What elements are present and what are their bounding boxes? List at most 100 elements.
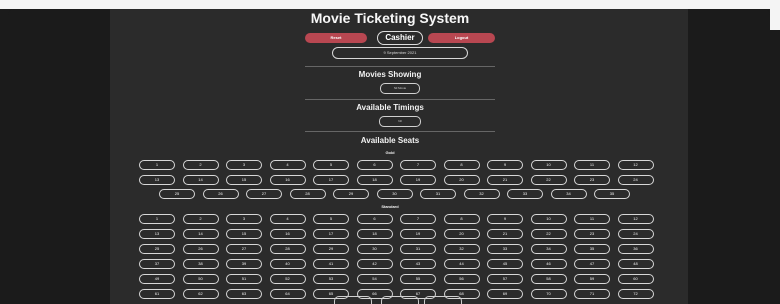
seat-button[interactable]: 13 (139, 229, 175, 239)
seat-button[interactable]: 72 (617, 289, 654, 299)
seat-button[interactable]: 10 (530, 160, 567, 170)
seat-button[interactable]: 20 (443, 229, 480, 239)
seat-button[interactable]: 28 (289, 189, 326, 199)
seat-button[interactable]: 22 (530, 229, 567, 239)
seat-button[interactable]: 55 (400, 274, 436, 284)
seat-button[interactable]: 35 (594, 189, 630, 199)
seat-button[interactable]: 36 (617, 244, 654, 254)
seat-button[interactable]: 58 (530, 274, 567, 284)
seat-button[interactable]: 17 (313, 229, 349, 239)
logout-button[interactable]: Logout (428, 33, 495, 43)
seat-button[interactable]: 24 (617, 175, 654, 185)
seat-button[interactable]: 14 (182, 175, 219, 185)
seat-button[interactable]: 6 (356, 160, 393, 170)
seat-button[interactable]: 34 (550, 189, 587, 199)
seat-button[interactable]: 51 (226, 274, 262, 284)
seat-button[interactable]: 9 (487, 214, 523, 224)
seat-button[interactable]: 15 (226, 175, 262, 185)
seat-button[interactable]: 24 (617, 229, 654, 239)
seat-button[interactable]: 16 (269, 175, 306, 185)
seat-button[interactable]: 57 (487, 274, 523, 284)
seat-button[interactable]: 12 (617, 160, 654, 170)
seat-button[interactable]: 59 (574, 274, 610, 284)
seat-button[interactable]: 7 (400, 214, 436, 224)
seat-button[interactable]: 7 (400, 160, 436, 170)
seat-button[interactable]: 15 (226, 229, 262, 239)
seat-button[interactable]: 32 (443, 244, 480, 254)
seat-button[interactable]: 39 (226, 259, 262, 269)
movie-select[interactable]: Nil Movie (380, 83, 420, 94)
seat-button[interactable]: 11 (574, 214, 610, 224)
seat-button[interactable]: 2 (182, 214, 219, 224)
seat-button[interactable]: 13 (139, 175, 175, 185)
seat-button[interactable]: 31 (400, 244, 436, 254)
seat-button[interactable]: 17 (313, 175, 349, 185)
seat-button[interactable]: 25 (159, 189, 195, 199)
seat-button[interactable]: 31 (420, 189, 456, 199)
seat-button[interactable]: 52 (269, 274, 306, 284)
seat-button[interactable]: 62 (182, 289, 219, 299)
seat-button[interactable]: 28 (269, 244, 306, 254)
seat-button[interactable]: 14 (182, 229, 219, 239)
seat-button[interactable]: 41 (313, 259, 349, 269)
seat-button[interactable]: 71 (574, 289, 610, 299)
seat-button[interactable]: 9 (487, 160, 523, 170)
seat-button[interactable]: 21 (487, 175, 523, 185)
seat-button[interactable]: 34 (530, 244, 567, 254)
seat-button[interactable]: 61 (139, 289, 175, 299)
reset-button[interactable]: Reset (305, 33, 367, 43)
seat-button[interactable]: 54 (356, 274, 393, 284)
seat-button[interactable]: 18 (356, 229, 393, 239)
seat-button[interactable]: 33 (507, 189, 543, 199)
seat-button[interactable]: 25 (139, 244, 175, 254)
seat-button[interactable]: 42 (356, 259, 393, 269)
seat-button[interactable]: 23 (574, 229, 610, 239)
seat-button[interactable]: 19 (400, 175, 436, 185)
timing-select[interactable]: Nil (379, 116, 421, 127)
seat-button[interactable]: 26 (182, 244, 219, 254)
seat-button[interactable]: 45 (487, 259, 523, 269)
seat-button[interactable]: 4 (269, 160, 306, 170)
seat-button[interactable]: 29 (333, 189, 369, 199)
seat-button[interactable]: 35 (574, 244, 610, 254)
seat-button[interactable]: 38 (182, 259, 219, 269)
seat-button[interactable]: 5 (313, 214, 349, 224)
seat-button[interactable]: 27 (226, 244, 262, 254)
seat-button[interactable]: 60 (617, 274, 654, 284)
seat-button[interactable]: 69 (487, 289, 523, 299)
seat-button[interactable]: 43 (400, 259, 436, 269)
seat-button[interactable]: 26 (202, 189, 239, 199)
seat-button[interactable]: 49 (139, 274, 175, 284)
seat-button[interactable]: 8 (443, 214, 480, 224)
seat-button[interactable]: 46 (530, 259, 567, 269)
seat-button[interactable]: 2 (182, 160, 219, 170)
seat-button[interactable]: 48 (617, 259, 654, 269)
seat-button[interactable]: 5 (313, 160, 349, 170)
bottom-action-button[interactable] (334, 296, 372, 304)
seat-button[interactable]: 1 (139, 214, 175, 224)
seat-button[interactable]: 30 (356, 244, 393, 254)
seat-button[interactable]: 30 (376, 189, 413, 199)
seat-button[interactable]: 33 (487, 244, 523, 254)
seat-button[interactable]: 29 (313, 244, 349, 254)
seat-button[interactable]: 23 (574, 175, 610, 185)
seat-button[interactable]: 16 (269, 229, 306, 239)
seat-button[interactable]: 3 (226, 160, 262, 170)
bottom-action-button[interactable] (424, 296, 462, 304)
seat-button[interactable]: 27 (246, 189, 282, 199)
seat-button[interactable]: 64 (269, 289, 306, 299)
seat-button[interactable]: 4 (269, 214, 306, 224)
seat-button[interactable]: 50 (182, 274, 219, 284)
date-field[interactable]: 9 September 2021 (332, 47, 468, 59)
bottom-action-button[interactable] (381, 296, 419, 304)
seat-button[interactable]: 40 (269, 259, 306, 269)
seat-button[interactable]: 19 (400, 229, 436, 239)
seat-button[interactable]: 10 (530, 214, 567, 224)
seat-button[interactable]: 20 (443, 175, 480, 185)
seat-button[interactable]: 37 (139, 259, 175, 269)
seat-button[interactable]: 18 (356, 175, 393, 185)
seat-button[interactable]: 63 (226, 289, 262, 299)
seat-button[interactable]: 6 (356, 214, 393, 224)
seat-button[interactable]: 22 (530, 175, 567, 185)
seat-button[interactable]: 47 (574, 259, 610, 269)
